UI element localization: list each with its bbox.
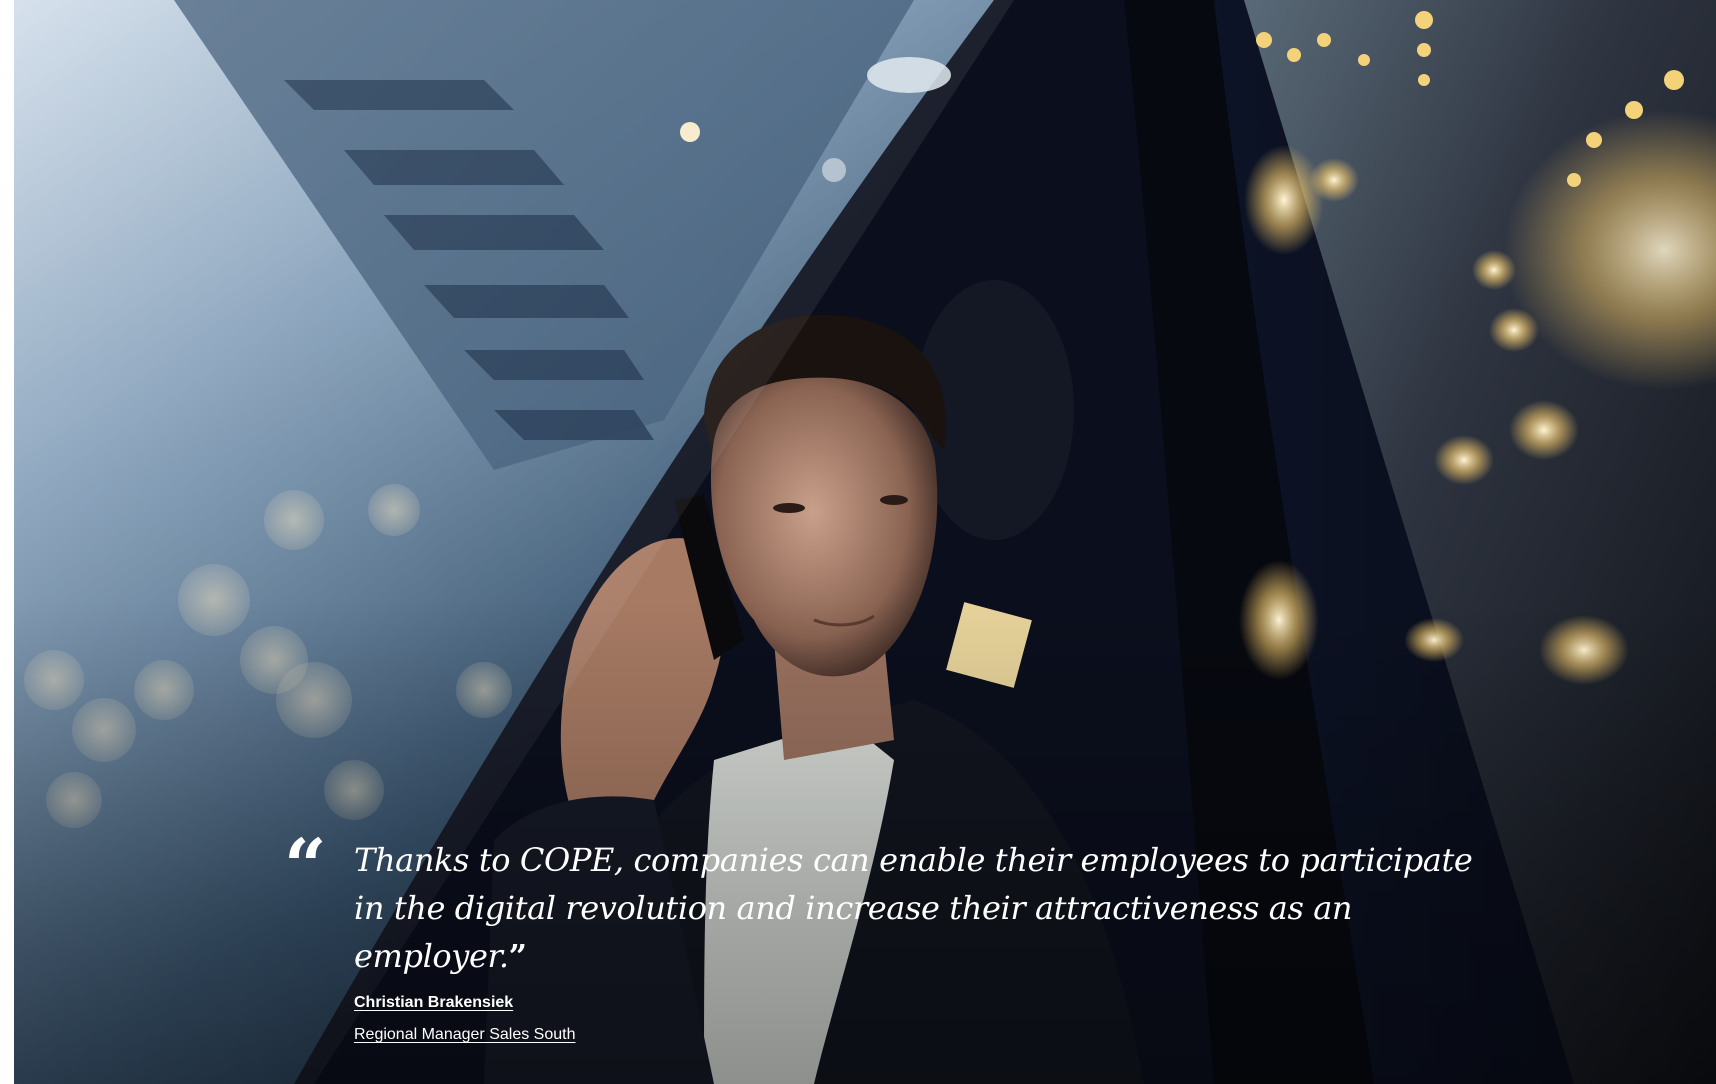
author-role-link[interactable]: Regional Manager Sales South <box>354 1026 1484 1044</box>
testimonial-quote-block: “ Thanks to COPE, companies can enable t… <box>284 830 1484 1044</box>
close-quote-icon: ” <box>508 937 527 975</box>
author-name-link[interactable]: Christian Brakensiek <box>354 994 1484 1012</box>
testimonial-hero: “ Thanks to COPE, companies can enable t… <box>14 0 1716 1084</box>
open-quote-icon: “ <box>284 824 327 910</box>
testimonial-quote: Thanks to COPE, companies can enable the… <box>354 836 1484 980</box>
